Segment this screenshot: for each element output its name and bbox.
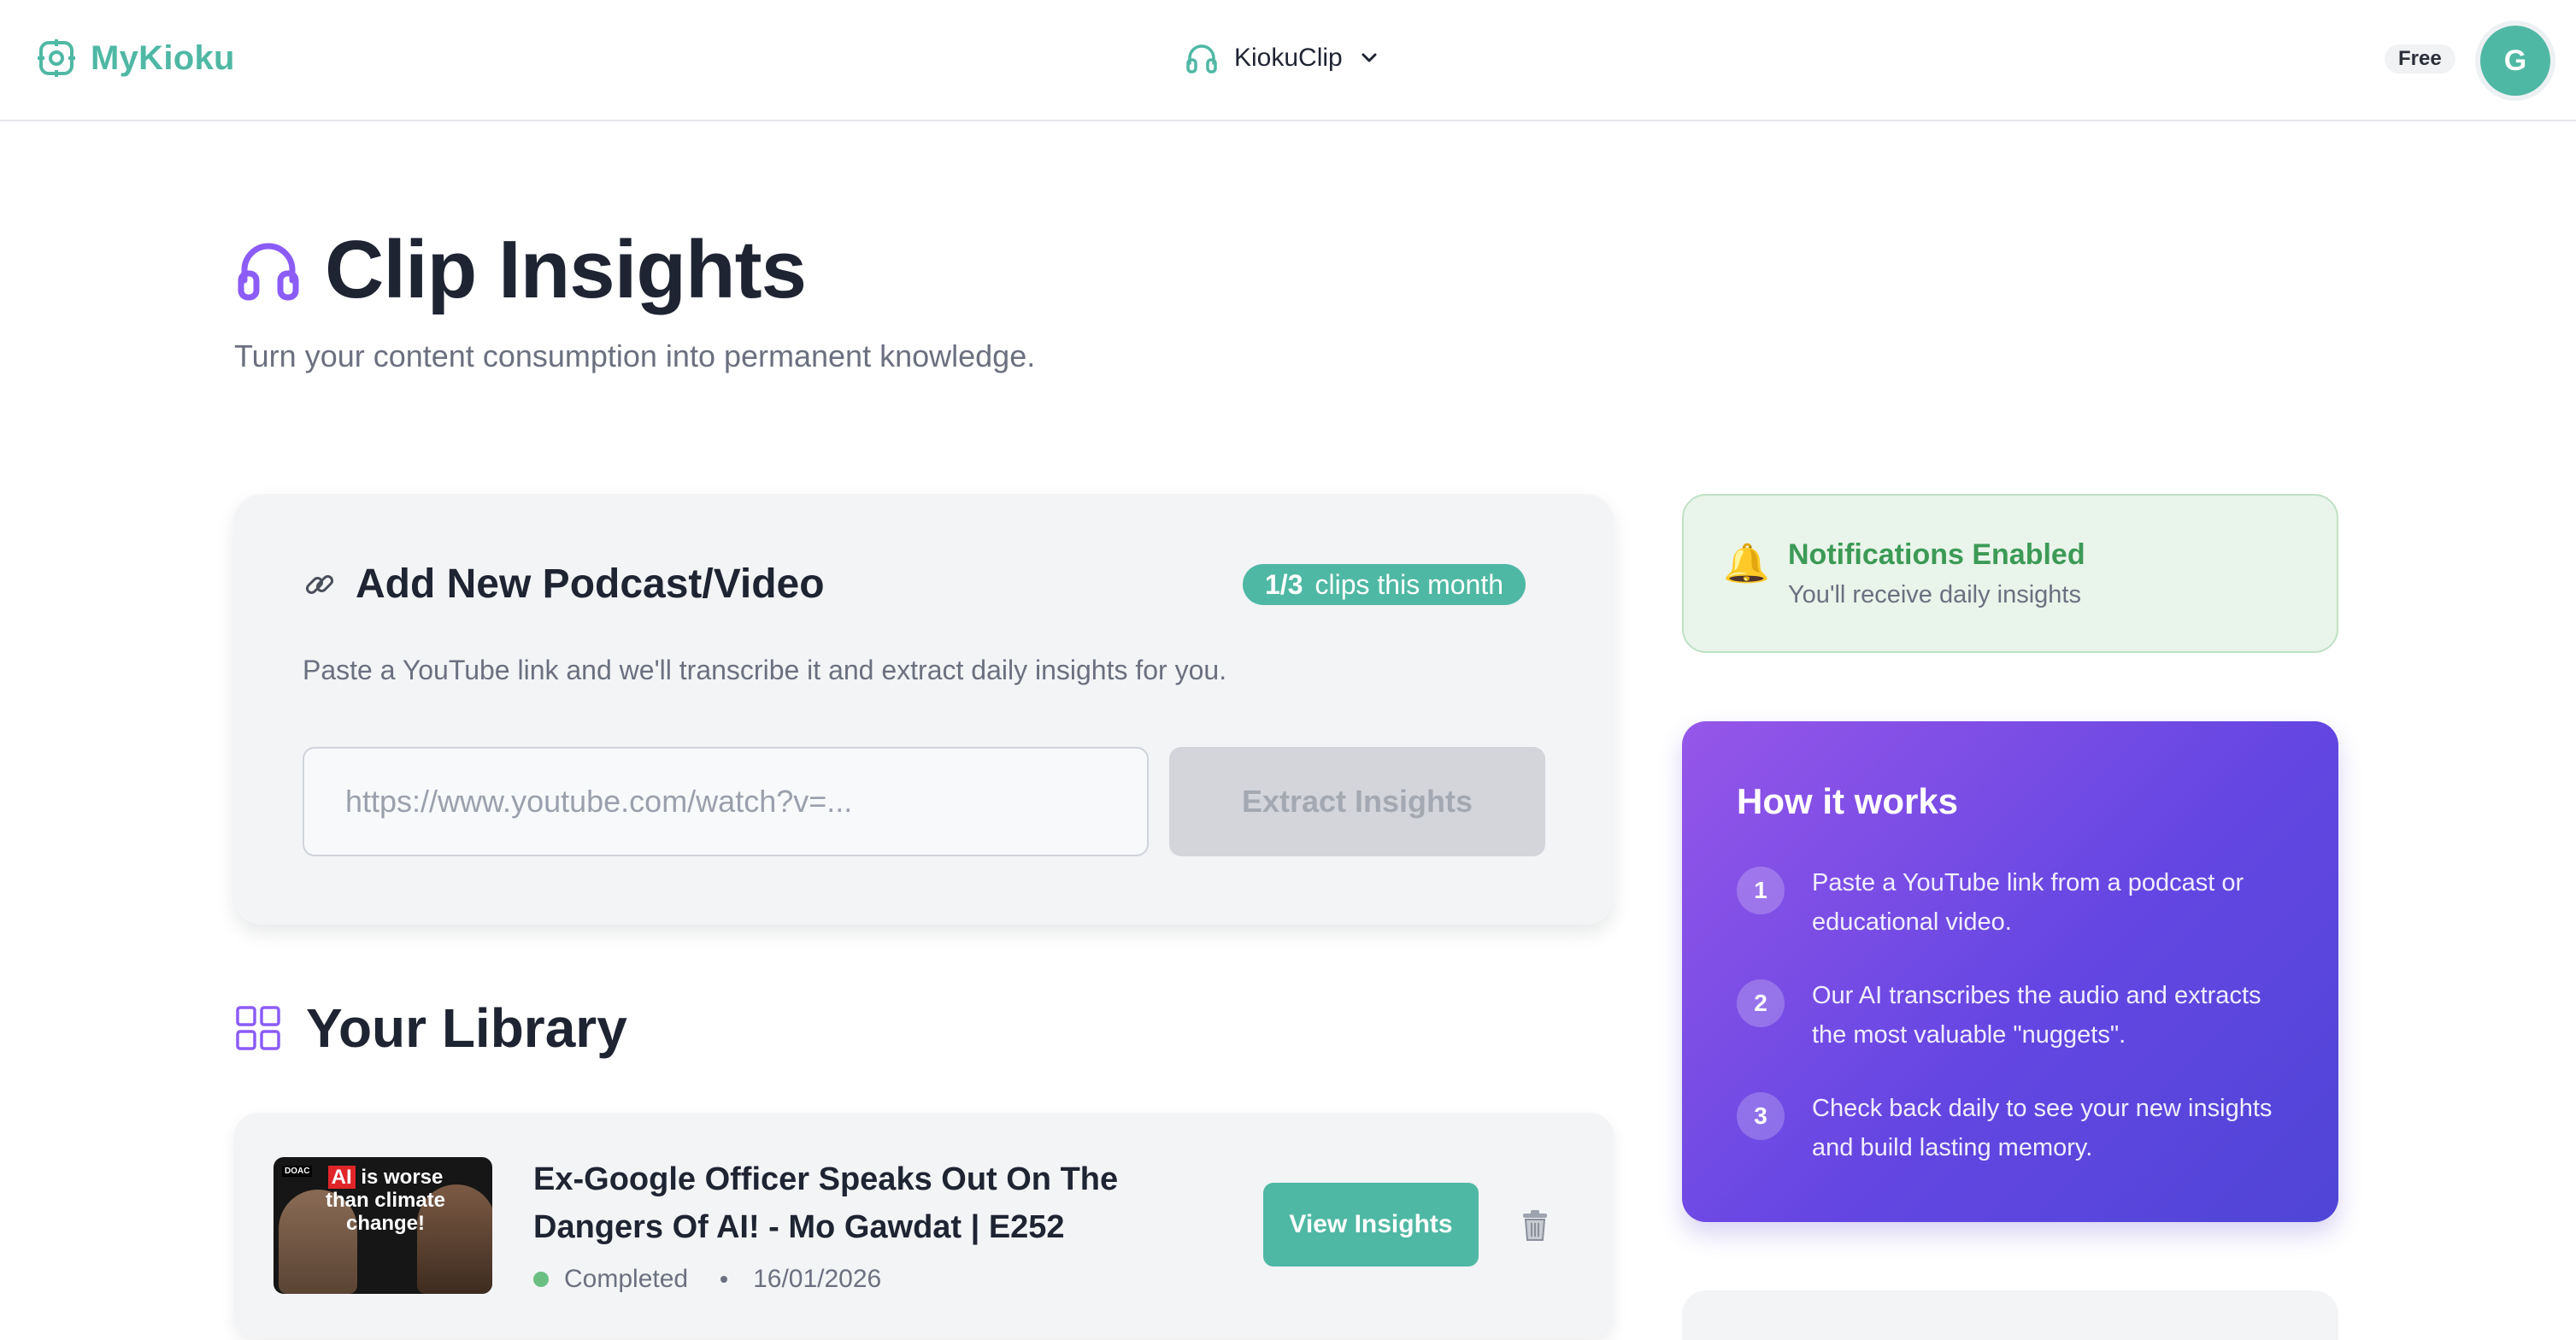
library-item-date: 16/01/2026 — [753, 1265, 882, 1293]
view-insights-button[interactable]: View Insights — [1263, 1183, 1479, 1267]
headphones-icon — [1186, 44, 1217, 73]
library-heading: Your Library — [234, 996, 627, 1060]
add-card-description: Paste a YouTube link and we'll transcrib… — [303, 655, 1227, 685]
library-item: DOAC AI is worse than climate change! Ex… — [234, 1113, 1614, 1338]
library-item-status: Completed — [564, 1265, 689, 1293]
add-card-header: Add New Podcast/Video — [303, 561, 825, 608]
library-title: Your Library — [306, 997, 627, 1059]
thumbnail-caption: AI is worse than climate change! — [323, 1166, 448, 1235]
video-thumbnail[interactable]: DOAC AI is worse than climate change! — [273, 1157, 492, 1294]
bell-icon: 🔔 — [1723, 543, 1770, 585]
add-card-title: Add New Podcast/Video — [356, 561, 825, 607]
step-text: Our AI transcribes the audio and extract… — [1812, 982, 2261, 1049]
meta-separator — [720, 1276, 728, 1283]
link-icon — [305, 574, 334, 594]
thumbnail-ai-word: AI — [327, 1166, 356, 1189]
step-item: 3 Check back daily to see your new insig… — [1737, 1092, 2301, 1167]
step-text: Paste a YouTube link from a podcast or e… — [1812, 869, 2244, 936]
app-switcher-dropdown[interactable]: KiokuClip — [1185, 41, 1380, 75]
extract-insights-button[interactable]: Extract Insights — [1169, 747, 1545, 856]
headphones-icon — [238, 243, 299, 301]
page-subtitle: Turn your content consumption into perma… — [234, 338, 1036, 373]
trash-icon[interactable] — [1520, 1208, 1550, 1243]
sidebar-card-partial — [1682, 1290, 2338, 1340]
brand-name: MyKioku — [91, 38, 235, 77]
add-clip-card: Add New Podcast/Video 1/3 clips this mon… — [234, 494, 1614, 925]
notifications-title: Notifications Enabled — [1788, 538, 2085, 571]
notifications-subtitle: You'll receive daily insights — [1788, 581, 2081, 608]
grid-icon — [236, 1006, 280, 1050]
notifications-card: 🔔 Notifications Enabled You'll receive d… — [1682, 494, 2338, 653]
avatar-button[interactable]: G — [2475, 21, 2555, 101]
youtube-url-input[interactable] — [303, 747, 1149, 856]
usage-badge: 1/3 clips this month — [1243, 564, 1526, 605]
chevron-down-icon — [1362, 53, 1377, 62]
page-title: Clip Insights — [325, 224, 807, 315]
thumbnail-channel-tag: DOAC — [282, 1166, 313, 1177]
app-switcher-label: KiokuClip — [1234, 44, 1343, 72]
step-number: 2 — [1737, 979, 1785, 1027]
step-number: 3 — [1737, 1092, 1785, 1140]
status-dot — [533, 1272, 549, 1287]
how-it-works-card: How it works 1 Paste a YouTube link from… — [1682, 721, 2338, 1222]
step-item: 1 Paste a YouTube link from a podcast or… — [1737, 867, 2301, 942]
plan-badge: Free — [2385, 44, 2455, 73]
brand-link[interactable]: MyKioku — [36, 38, 235, 79]
usage-count: 1/3 — [1265, 568, 1303, 600]
step-number: 1 — [1737, 867, 1785, 914]
top-navbar: MyKioku KiokuClip Free G — [0, 0, 2576, 121]
page-heading: Clip Insights — [234, 224, 807, 315]
step-item: 2 Our AI transcribes the audio and extra… — [1737, 979, 2301, 1055]
library-item-meta: Completed 16/01/2026 — [533, 1265, 881, 1294]
library-item-title[interactable]: Ex-Google Officer Speaks Out On The Dang… — [533, 1155, 1149, 1251]
usage-label: clips this month — [1314, 568, 1504, 600]
avatar: G — [2480, 26, 2550, 96]
how-it-works-title: How it works — [1737, 781, 1959, 821]
step-text: Check back daily to see your new insight… — [1812, 1095, 2273, 1161]
brain-chip-icon — [38, 39, 75, 77]
